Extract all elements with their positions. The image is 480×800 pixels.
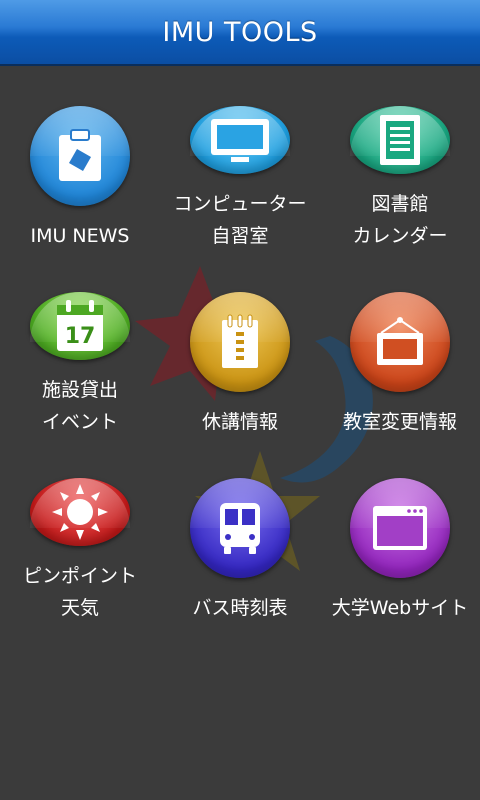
tile-label: 教室変更情報: [343, 406, 457, 438]
svg-text:17: 17: [65, 324, 96, 349]
tile-label-line1: 大学Webサイト: [331, 597, 469, 619]
signboard-icon: [377, 317, 423, 365]
icon-circle: [190, 106, 290, 174]
icon-circle: 17: [30, 292, 130, 360]
icon-circle: [350, 292, 450, 392]
browser-window-icon: [373, 506, 427, 550]
tile-computer-room[interactable]: コンピューター 自習室: [160, 66, 320, 252]
book-icon: [380, 115, 420, 165]
tile-label-line1: ピンポイント: [22, 565, 137, 587]
tile-label: ピンポイント 天気: [23, 560, 137, 624]
tile-library-calendar[interactable]: 図書館 カレンダー: [320, 66, 480, 252]
icon-circle: [190, 292, 290, 392]
icon-circle: [30, 478, 130, 546]
icon-circle: [350, 478, 450, 578]
tile-label-line2: 自習室: [211, 225, 269, 247]
app-title: IMU TOOLS: [162, 16, 318, 48]
icon-circle: [30, 106, 130, 206]
tile-imu-news[interactable]: IMU NEWS: [0, 66, 160, 252]
tile-label-line2: カレンダー: [352, 225, 448, 247]
sun-icon: [52, 484, 108, 540]
tile-label-line1: バス時刻表: [192, 597, 288, 619]
tile-label: バス時刻表: [192, 592, 287, 624]
clipboard-icon: [59, 129, 101, 181]
tile-label-line2: 天気: [60, 597, 99, 619]
icon-circle: [190, 478, 290, 578]
tile-label: 図書館 カレンダー: [352, 188, 447, 252]
tile-label: 施設貸出 イベント: [42, 374, 118, 438]
tile-label-line1: 図書館: [371, 193, 429, 215]
tile-label: IMU NEWS: [30, 220, 129, 252]
tile-university-website[interactable]: 大学Webサイト: [320, 438, 480, 624]
tile-classroom-change[interactable]: 教室変更情報: [320, 252, 480, 438]
tile-class-cancellation[interactable]: 休講情報: [160, 252, 320, 438]
title-bar: IMU TOOLS: [0, 0, 480, 66]
tile-label-line1: 教室変更情報: [342, 411, 457, 433]
notebook-icon: [222, 314, 258, 368]
bus-icon: [220, 503, 260, 554]
icon-circle: [350, 106, 450, 174]
app-screen: IMU TOOLS IMU NEWS コンピューター 自習室 図書館 カレンダー…: [0, 0, 480, 800]
tile-pinpoint-weather[interactable]: ピンポイント 天気: [0, 438, 160, 624]
tile-label: コンピューター 自習室: [173, 188, 306, 252]
monitor-icon: [211, 119, 269, 162]
tile-label-line1: 施設貸出: [41, 379, 118, 401]
tile-label: 大学Webサイト: [332, 592, 468, 624]
calendar-icon: 17: [57, 300, 103, 351]
tile-label: 休講情報: [202, 406, 278, 438]
tile-facility-events[interactable]: 17 施設貸出 イベント: [0, 252, 160, 438]
tile-label-line1: コンピューター: [173, 193, 307, 215]
tile-label-line2: イベント: [41, 411, 118, 433]
tile-bus-timetable[interactable]: バス時刻表: [160, 438, 320, 624]
tile-label-line1: 休講情報: [201, 411, 278, 433]
tile-label-line1: IMU NEWS: [30, 225, 130, 247]
